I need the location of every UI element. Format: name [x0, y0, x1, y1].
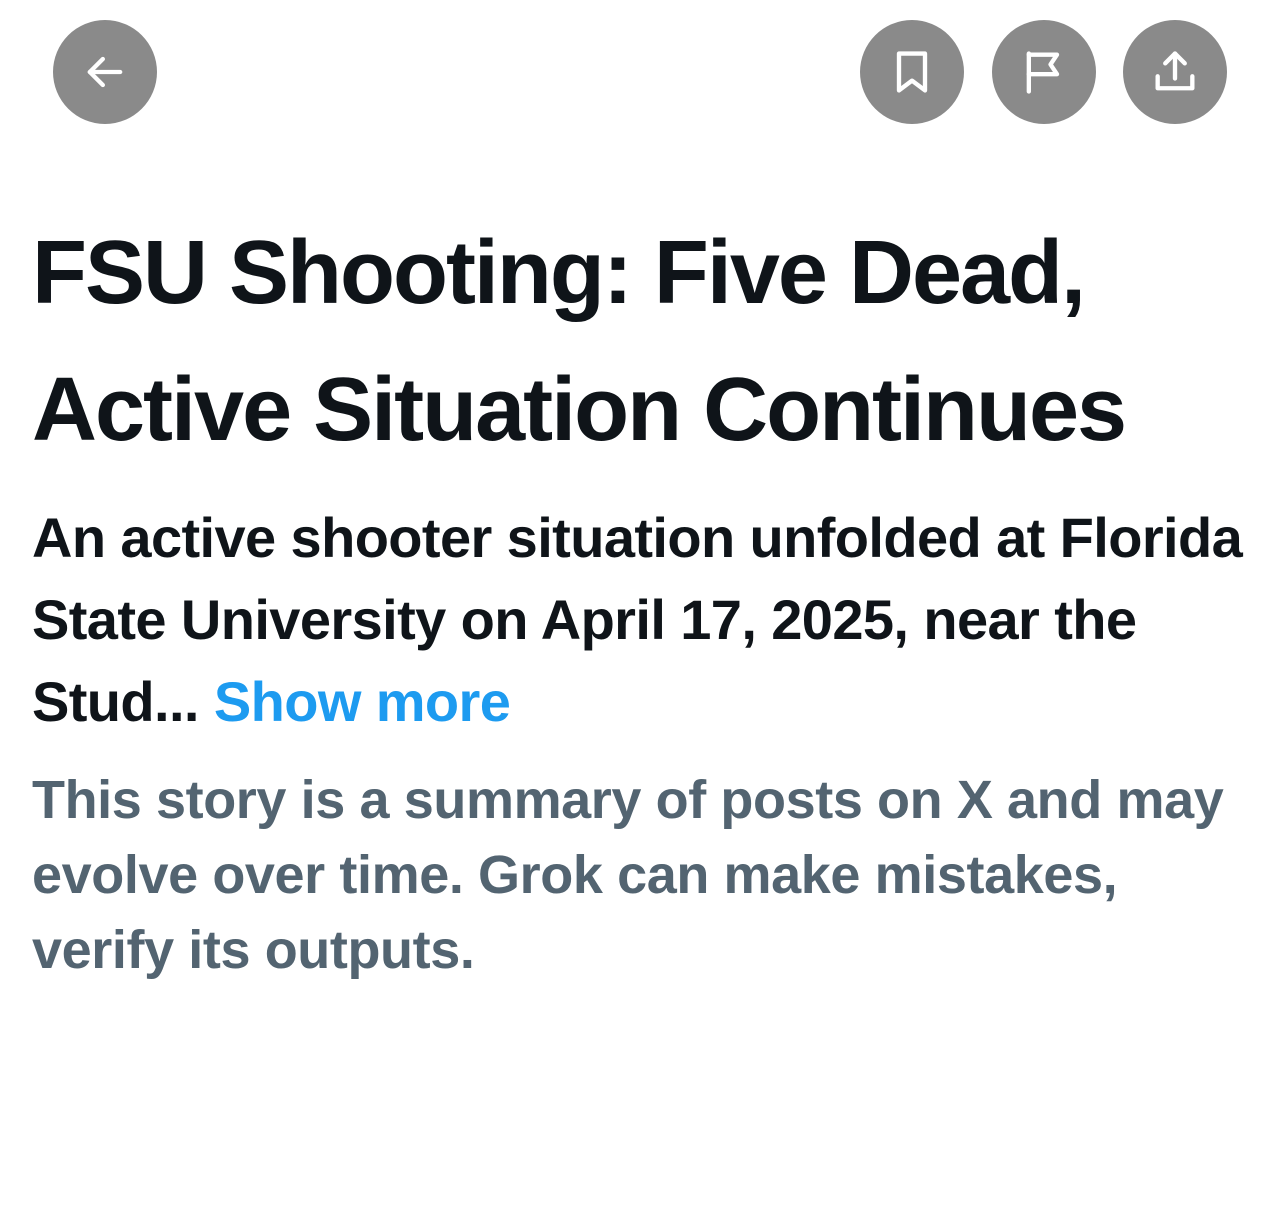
flag-icon	[1018, 46, 1070, 98]
share-upload-icon	[1149, 46, 1201, 98]
grok-disclaimer: This story is a summary of posts on X an…	[32, 770, 1224, 980]
arrow-left-icon	[79, 46, 131, 98]
bookmark-icon	[886, 46, 938, 98]
story-content: FSU Shooting: Five Dead, Active Situatio…	[32, 205, 1252, 988]
story-summary: An active shooter situation unfolded at …	[32, 497, 1252, 743]
show-more-link[interactable]: Show more	[214, 670, 511, 733]
bookmark-button[interactable]	[860, 20, 964, 124]
share-button[interactable]	[1123, 20, 1227, 124]
top-bar	[0, 0, 1280, 140]
report-button[interactable]	[992, 20, 1096, 124]
back-button[interactable]	[53, 20, 157, 124]
story-title: FSU Shooting: Five Dead, Active Situatio…	[32, 223, 1127, 460]
